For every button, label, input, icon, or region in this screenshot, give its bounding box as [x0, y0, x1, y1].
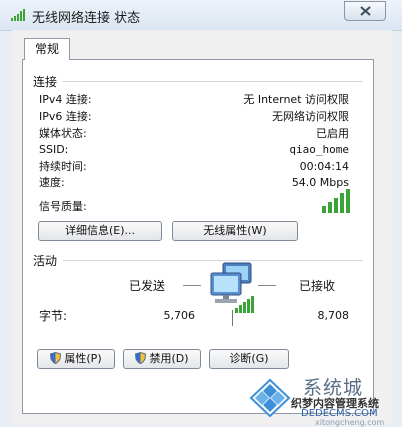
- speed-label: 速度:: [39, 176, 65, 189]
- ipv6-label: IPv6 连接:: [39, 110, 92, 123]
- properties-label: 属性(P): [64, 352, 102, 365]
- wireless-properties-button[interactable]: 无线属性(W): [172, 221, 298, 241]
- general-panel: 连接 IPv4 连接: 无 Internet 访问权限 IPv6 连接: 无网络…: [22, 59, 374, 414]
- diagnose-button[interactable]: 诊断(G): [209, 349, 289, 369]
- status-window: 无线网络连接 状态 常规 连接 IPv4 连接: 无 Internet 访问权限…: [0, 0, 402, 427]
- window-title: 无线网络连接 状态: [32, 11, 141, 26]
- title-bar[interactable]: 无线网络连接 状态: [0, 0, 402, 31]
- ssid-label: SSID:: [39, 143, 69, 156]
- details-button[interactable]: 详细信息(E)...: [38, 221, 162, 241]
- wireless-signal-icon: [11, 9, 25, 21]
- shield-icon: [135, 352, 147, 364]
- network-computers-icon: [210, 262, 254, 313]
- bytes-sent-value: 5,706: [163, 309, 196, 322]
- close-icon: [360, 6, 371, 16]
- watermark-logo-icon: [249, 378, 291, 418]
- watermark-line4: xitongcheng.com: [315, 418, 385, 427]
- dialog-client: 常规 连接 IPv4 连接: 无 Internet 访问权限 IPv6 连接: …: [12, 30, 392, 425]
- activity-heading: 活动: [33, 254, 58, 268]
- bytes-label: 字节:: [39, 309, 68, 323]
- media-state-label: 媒体状态:: [39, 127, 87, 140]
- watermark: 系统城 织梦内容管理系统 DEDECMS.COM xitongcheng.com: [245, 368, 402, 427]
- media-state-value: 已启用: [316, 127, 349, 140]
- disable-label: 禁用(D): [149, 352, 189, 365]
- signal-quality-label: 信号质量:: [39, 200, 87, 213]
- ipv4-value: 无 Internet 访问权限: [243, 93, 349, 106]
- connection-heading: 连接: [33, 75, 58, 89]
- shield-icon: [50, 352, 62, 364]
- received-line: [258, 285, 276, 286]
- sent-label: 已发送: [129, 279, 166, 293]
- sent-line: [183, 285, 201, 286]
- bytes-divider: [232, 310, 233, 326]
- duration-label: 持续时间:: [39, 160, 87, 173]
- ipv4-label: IPv4 连接:: [39, 93, 92, 106]
- received-label: 已接收: [299, 279, 336, 293]
- disable-button[interactable]: 禁用(D): [123, 349, 201, 369]
- bytes-received-value: 8,708: [317, 309, 350, 322]
- ipv6-value: 无网络访问权限: [272, 110, 349, 123]
- connection-divider: [63, 81, 363, 82]
- tab-general[interactable]: 常规: [24, 38, 70, 60]
- signal-strength-icon: [322, 189, 350, 213]
- close-button[interactable]: [344, 1, 386, 21]
- duration-value: 00:04:14: [299, 160, 349, 173]
- ssid-value: qiao_home: [289, 143, 349, 156]
- properties-button[interactable]: 属性(P): [37, 349, 115, 369]
